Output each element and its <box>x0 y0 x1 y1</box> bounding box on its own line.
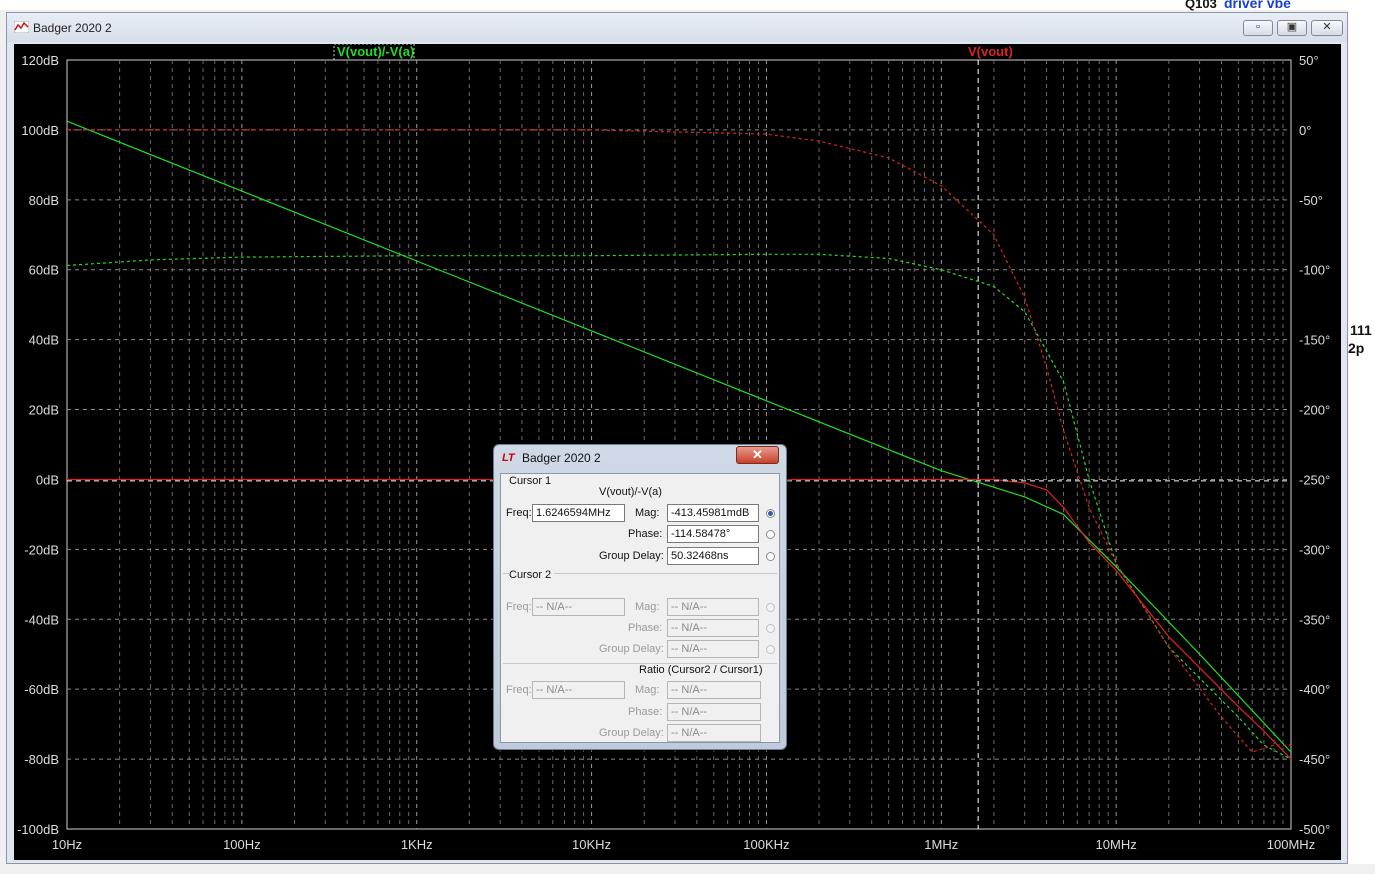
cursor2-mag-label: Mag: <box>635 601 660 613</box>
ratio-mag-field[interactable]: -- N/A-- <box>667 681 761 699</box>
cursor1-phase-radio[interactable] <box>766 530 775 539</box>
y-left-tick-label: -20dB <box>24 542 59 557</box>
ltspice-icon: LT <box>502 452 515 464</box>
cursor1-mag-label: Mag: <box>635 507 660 519</box>
y-left-tick-label: -40dB <box>24 612 59 627</box>
cursor1-phase-field[interactable]: -114.58478° <box>667 525 759 543</box>
ratio-group-delay-field[interactable]: -- N/A-- <box>667 724 761 742</box>
ratio-freq-label: Freq: <box>506 684 532 696</box>
schematic-label-2p: 2p <box>1348 340 1365 356</box>
y-right-tick-label: 0° <box>1299 123 1311 138</box>
maximize-icon: ▣ <box>1286 21 1298 33</box>
y-right-tick-label: -200° <box>1299 403 1330 418</box>
y-right-tick-label: -400° <box>1299 682 1330 697</box>
legend-label-vout-over-va: V(vout)/-V(a) <box>337 44 414 59</box>
y-right-tick-label: -350° <box>1299 612 1330 627</box>
y-right-tick-label: -100° <box>1299 263 1330 278</box>
cursor1-phase-label: Phase: <box>628 528 663 540</box>
y-left-tick-label: -60dB <box>24 682 59 697</box>
dialog-body: Cursor 1 V(vout)/-V(a) Freq: 1.6246594MH… <box>500 473 780 743</box>
cursor2-header: Cursor 2 <box>509 569 555 581</box>
x-tick-label: 10MHz <box>1096 837 1137 852</box>
close-button[interactable]: ✕ <box>1311 20 1343 36</box>
ratio-freq-field[interactable]: -- N/A-- <box>532 681 625 699</box>
y-right-tick-label: -150° <box>1299 333 1330 348</box>
x-tick-label: 100KHz <box>743 837 789 852</box>
window-titlebar[interactable]: Badger 2020 2 ▫ ▣ ✕ <box>7 13 1347 42</box>
y-left-tick-label: 80dB <box>29 193 59 208</box>
y-left-tick-label: 60dB <box>29 263 59 278</box>
y-right-tick-label: -500° <box>1299 822 1330 837</box>
schematic-background-top <box>0 0 1375 10</box>
cursor2-freq-field[interactable]: -- N/A-- <box>532 598 625 616</box>
ratio-header: Ratio (Cursor2 / Cursor1) <box>639 664 763 676</box>
ratio-phase-field[interactable]: -- N/A-- <box>667 703 761 721</box>
cursor2-phase-radio[interactable] <box>766 624 775 633</box>
y-right-tick-label: 50° <box>1299 53 1319 68</box>
cursor2-mag-field[interactable]: -- N/A-- <box>667 598 759 616</box>
ratio-group-delay-label: Group Delay: <box>599 727 664 739</box>
dialog-title: Badger 2020 2 <box>522 451 601 465</box>
schematic-label-driver-vbe: driver vbe <box>1224 0 1291 11</box>
y-left-tick-label: 20dB <box>29 403 59 418</box>
status-bar <box>0 864 1375 874</box>
schematic-label-q103: Q103 <box>1185 0 1217 11</box>
cursor1-group-delay-radio[interactable] <box>766 552 775 561</box>
cursor1-mag-field[interactable]: -413.45981mdB <box>667 504 759 522</box>
y-right-tick-label: -250° <box>1299 472 1330 487</box>
cursor2-phase-field[interactable]: -- N/A-- <box>667 619 759 637</box>
close-icon: ✕ <box>752 447 763 462</box>
schematic-label-111: 111 <box>1350 322 1372 338</box>
cursor2-group-delay-label: Group Delay: <box>599 643 664 655</box>
ratio-mag-label: Mag: <box>635 684 660 696</box>
waveform-app-icon <box>14 21 29 33</box>
cursor2-group-delay-field[interactable]: -- N/A-- <box>667 640 759 658</box>
legend-label-vout: V(vout) <box>968 44 1013 59</box>
cursor1-group-delay-label: Group Delay: <box>599 550 664 562</box>
minimize-button[interactable]: ▫ <box>1243 20 1273 36</box>
y-left-tick-label: 100dB <box>21 123 59 138</box>
y-left-tick-label: 0dB <box>36 472 59 487</box>
cursor1-trace-name: V(vout)/-V(a) <box>599 486 662 498</box>
close-icon: ✕ <box>1322 21 1332 33</box>
cursor1-header: Cursor 1 <box>509 475 552 487</box>
x-tick-label: 100Hz <box>223 837 261 852</box>
y-left-tick-label: -80dB <box>24 752 59 767</box>
dialog-close-button[interactable]: ✕ <box>736 446 779 464</box>
minimize-icon: ▫ <box>1256 21 1260 33</box>
cursor1-group-delay-field[interactable]: 50.32468ns <box>667 547 759 565</box>
x-tick-label: 100MHz <box>1267 837 1315 852</box>
y-right-tick-label: -300° <box>1299 542 1330 557</box>
window-title: Badger 2020 2 <box>33 21 112 35</box>
cursor2-group-delay-radio[interactable] <box>766 645 775 654</box>
cursor1-mag-radio[interactable] <box>766 509 775 518</box>
cursor2-freq-label: Freq: <box>506 601 532 613</box>
y-right-tick-label: -50° <box>1299 193 1323 208</box>
cursor1-freq-label: Freq: <box>506 507 532 519</box>
cursor1-freq-field[interactable]: 1.6246594MHz <box>532 504 625 522</box>
cursor-dialog[interactable]: LT Badger 2020 2 ✕ Cursor 1 V(vout)/-V(a… <box>493 444 787 750</box>
x-tick-label: 10Hz <box>52 837 82 852</box>
y-left-tick-label: 120dB <box>21 53 59 68</box>
x-tick-label: 1KHz <box>401 837 433 852</box>
y-right-tick-label: -450° <box>1299 752 1330 767</box>
cursor2-mag-radio[interactable] <box>766 603 775 612</box>
maximize-button[interactable]: ▣ <box>1277 20 1307 36</box>
x-tick-label: 10KHz <box>572 837 611 852</box>
schematic-background-right: 111 2p <box>1348 0 1375 874</box>
x-tick-label: 1MHz <box>924 837 958 852</box>
y-left-tick-label: 40dB <box>29 333 59 348</box>
ratio-phase-label: Phase: <box>628 706 663 718</box>
cursor2-phase-label: Phase: <box>628 622 663 634</box>
y-left-tick-label: -100dB <box>17 822 59 837</box>
